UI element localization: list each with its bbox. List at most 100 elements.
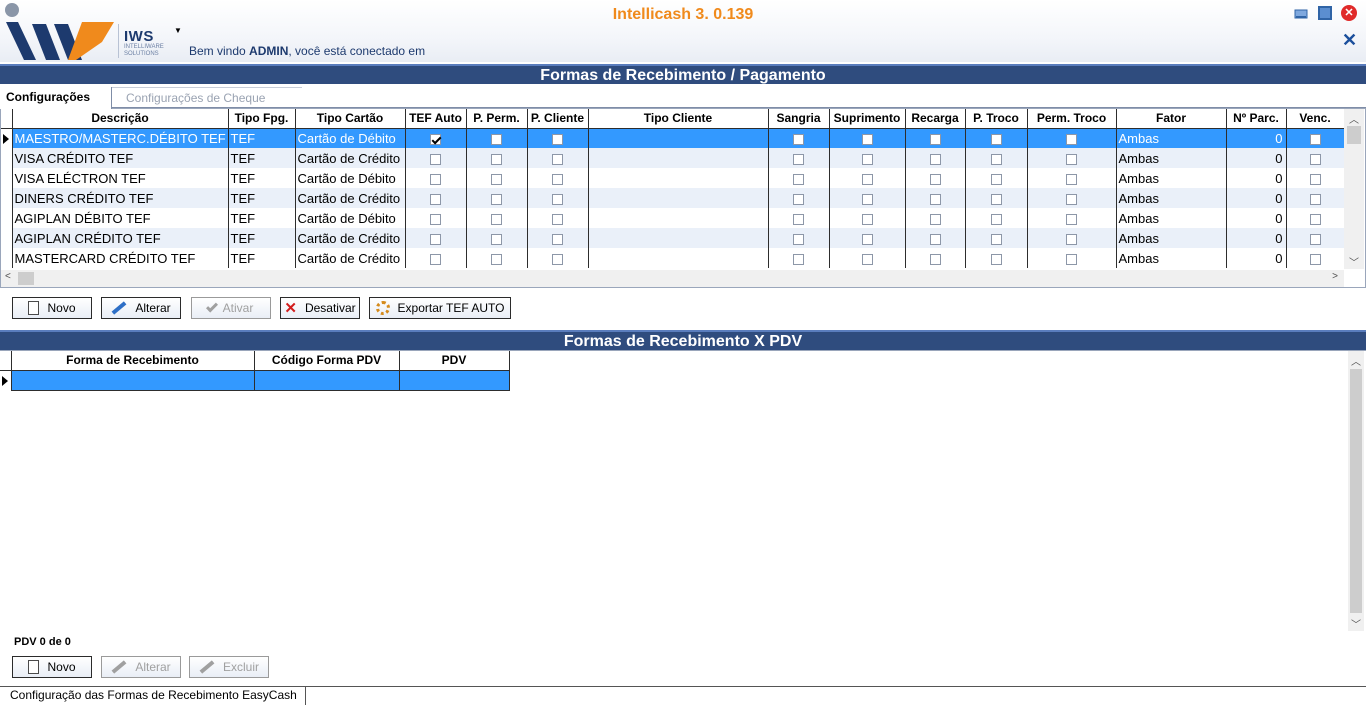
cell-tipo-cartao[interactable]: Cartão de Débito bbox=[295, 168, 406, 188]
cell-perm-troco[interactable] bbox=[1027, 188, 1117, 208]
column-header[interactable]: P. Troco bbox=[965, 109, 1028, 129]
cell-recarga[interactable] bbox=[905, 148, 966, 168]
cell-vencimento[interactable] bbox=[1286, 188, 1345, 208]
sangria-checkbox[interactable] bbox=[793, 233, 804, 245]
cell-tipo-cliente[interactable] bbox=[588, 128, 769, 148]
vencimento-checkbox[interactable] bbox=[1309, 173, 1321, 185]
cell-descricao[interactable]: VISA CRÉDITO TEF bbox=[12, 148, 229, 168]
p-perm-checkbox[interactable] bbox=[491, 233, 502, 245]
cell-sangria[interactable] bbox=[768, 208, 830, 228]
p-cliente-checkbox[interactable] bbox=[552, 173, 563, 185]
recarga-checkbox[interactable] bbox=[929, 213, 941, 225]
grid1-scroll-thumb[interactable] bbox=[1347, 126, 1361, 144]
cell-parcelas[interactable]: 0 bbox=[1226, 168, 1287, 188]
column-header[interactable]: Tipo Fpg. bbox=[228, 109, 296, 129]
tef-auto-checkbox[interactable] bbox=[430, 213, 441, 225]
suprimento-checkbox[interactable] bbox=[861, 213, 873, 225]
alterar-button[interactable]: Alterar bbox=[101, 297, 181, 319]
column-header[interactable]: PDV bbox=[399, 351, 510, 371]
p-cliente-checkbox[interactable] bbox=[552, 193, 563, 205]
p-cliente-checkbox[interactable] bbox=[552, 213, 563, 225]
perm-troco-checkbox[interactable] bbox=[1066, 133, 1077, 145]
cell-p-perm[interactable] bbox=[466, 208, 528, 228]
p-cliente-checkbox[interactable] bbox=[552, 233, 563, 245]
scroll-left-icon[interactable]: < bbox=[5, 271, 11, 282]
cell-parcelas[interactable]: 0 bbox=[1226, 188, 1287, 208]
pdv-novo-button[interactable]: Novo bbox=[12, 656, 92, 678]
perm-troco-checkbox[interactable] bbox=[1066, 213, 1077, 225]
column-header[interactable]: Sangria bbox=[768, 109, 830, 129]
cell-parcelas[interactable]: 0 bbox=[1226, 208, 1287, 228]
cell-perm-troco[interactable] bbox=[1027, 248, 1117, 268]
cell-forma[interactable] bbox=[11, 370, 255, 391]
cell-vencimento[interactable] bbox=[1286, 168, 1345, 188]
cell-p-troco[interactable] bbox=[965, 208, 1028, 228]
tab-configuracoes[interactable]: Configurações bbox=[0, 87, 112, 109]
suprimento-checkbox[interactable] bbox=[861, 193, 873, 205]
cell-perm-troco[interactable] bbox=[1027, 128, 1117, 148]
recarga-checkbox[interactable] bbox=[929, 193, 941, 205]
cell-fator[interactable]: Ambas bbox=[1116, 168, 1227, 188]
cell-p-troco[interactable] bbox=[965, 228, 1028, 248]
column-header[interactable]: Perm. Troco bbox=[1027, 109, 1117, 129]
grid2-scroll-thumb[interactable] bbox=[1350, 369, 1362, 613]
cell-sangria[interactable] bbox=[768, 228, 830, 248]
p-troco-checkbox[interactable] bbox=[990, 133, 1002, 145]
table-row[interactable]: VISA ELÉCTRON TEF TEF Cartão de Débito Amba… bbox=[1, 168, 1345, 188]
p-troco-checkbox[interactable] bbox=[990, 253, 1002, 265]
table-row[interactable]: VISA CRÉDITO TEF TEF Cartão de Crédito Amba… bbox=[1, 148, 1345, 168]
cell-p-troco[interactable] bbox=[965, 128, 1028, 148]
p-perm-checkbox[interactable] bbox=[491, 173, 502, 185]
cell-descricao[interactable]: VISA ELÉCTRON TEF bbox=[12, 168, 229, 188]
cell-p-cliente[interactable] bbox=[527, 128, 589, 148]
cell-parcelas[interactable]: 0 bbox=[1226, 228, 1287, 248]
recarga-checkbox[interactable] bbox=[929, 173, 941, 185]
column-header[interactable]: Tipo Cliente bbox=[588, 109, 769, 129]
scroll-right-icon[interactable]: > bbox=[1332, 271, 1338, 282]
perm-troco-checkbox[interactable] bbox=[1066, 153, 1077, 165]
sangria-checkbox[interactable] bbox=[793, 213, 804, 225]
p-cliente-checkbox[interactable] bbox=[552, 133, 563, 145]
cell-vencimento[interactable] bbox=[1286, 208, 1345, 228]
desativar-button[interactable]: ✕ Desativar bbox=[280, 297, 360, 319]
cell-vencimento[interactable] bbox=[1286, 228, 1345, 248]
tef-auto-checkbox[interactable] bbox=[430, 133, 441, 145]
close-window-icon[interactable]: ✕ bbox=[1341, 5, 1357, 21]
cell-p-cliente[interactable] bbox=[527, 168, 589, 188]
cell-parcelas[interactable]: 0 bbox=[1226, 128, 1287, 148]
cell-fator[interactable]: Ambas bbox=[1116, 208, 1227, 228]
cell-pdv[interactable] bbox=[399, 370, 510, 391]
cell-perm-troco[interactable] bbox=[1027, 228, 1117, 248]
table-row[interactable] bbox=[0, 370, 510, 391]
cell-perm-troco[interactable] bbox=[1027, 208, 1117, 228]
tef-auto-checkbox[interactable] bbox=[430, 173, 441, 185]
suprimento-checkbox[interactable] bbox=[861, 173, 873, 185]
cell-p-perm[interactable] bbox=[466, 248, 528, 268]
p-troco-checkbox[interactable] bbox=[990, 193, 1002, 205]
cell-tipo-cartao[interactable]: Cartão de Débito bbox=[295, 128, 406, 148]
sangria-checkbox[interactable] bbox=[793, 253, 804, 265]
cell-descricao[interactable]: DINERS CRÉDITO TEF bbox=[12, 188, 229, 208]
column-header[interactable]: Descrição bbox=[12, 109, 229, 129]
cell-suprimento[interactable] bbox=[829, 128, 906, 148]
cell-tipo-cliente[interactable] bbox=[588, 228, 769, 248]
cell-tef-auto[interactable] bbox=[405, 208, 467, 228]
column-header[interactable]: Forma de Recebimento bbox=[11, 351, 255, 371]
table-row[interactable]: AGIPLAN DÉBITO TEF TEF Cartão de Débito Amb… bbox=[1, 208, 1345, 228]
cell-tipo-cliente[interactable] bbox=[588, 208, 769, 228]
p-troco-checkbox[interactable] bbox=[990, 173, 1002, 185]
cell-p-cliente[interactable] bbox=[527, 208, 589, 228]
vencimento-checkbox[interactable] bbox=[1309, 193, 1321, 205]
cell-tipo-fpg[interactable]: TEF bbox=[228, 228, 296, 248]
cell-p-cliente[interactable] bbox=[527, 188, 589, 208]
cell-suprimento[interactable] bbox=[829, 188, 906, 208]
cell-p-perm[interactable] bbox=[466, 188, 528, 208]
cell-fator[interactable]: Ambas bbox=[1116, 248, 1227, 268]
cell-tipo-cliente[interactable] bbox=[588, 168, 769, 188]
cell-recarga[interactable] bbox=[905, 128, 966, 148]
column-header[interactable]: Tipo Cartão bbox=[295, 109, 406, 129]
ativar-button[interactable]: Ativar bbox=[191, 297, 271, 319]
vencimento-checkbox[interactable] bbox=[1309, 133, 1321, 145]
p-perm-checkbox[interactable] bbox=[491, 213, 502, 225]
cell-vencimento[interactable] bbox=[1286, 128, 1345, 148]
